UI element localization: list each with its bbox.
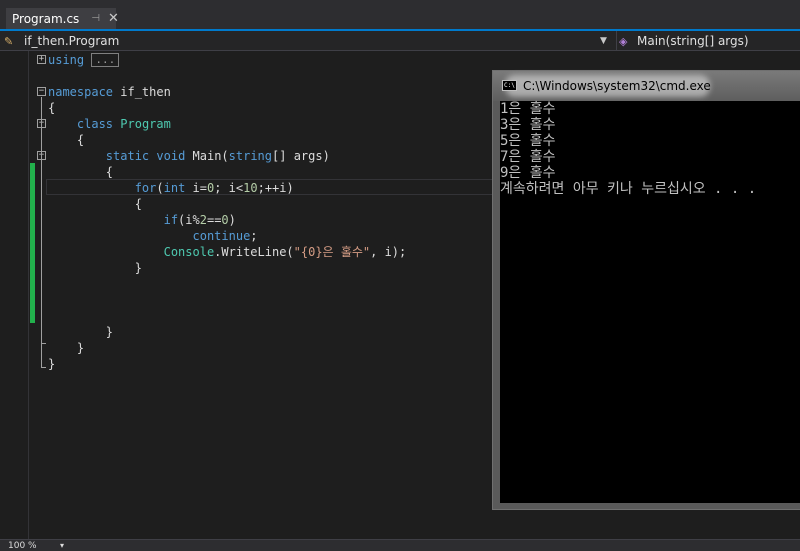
console-line: 1은 홀수 [500, 101, 556, 117]
code-line-brace: { [105, 165, 114, 179]
navigation-bar: ✎ if_then.Program ▼ ◈ Main(string[] args… [0, 29, 800, 51]
type-dropdown-label: if_then.Program [24, 34, 120, 48]
code-line-brace: { [48, 101, 56, 115]
console-output[interactable]: 1은 홀수 3은 홀수 5은 홀수 7은 홀수 9은 홀수 계속하려면 아무 키… [500, 101, 800, 503]
cmd-title-bar[interactable]: C:\ C:\Windows\system32\cmd.exe [493, 71, 800, 101]
code-line-if: if(i%2==0) [163, 213, 236, 227]
code-line-continue: continue; [192, 229, 258, 243]
code-line-namespace: namespace if_then [48, 85, 171, 99]
code-line-using: using ... [48, 52, 120, 68]
code-line-brace: } [48, 357, 56, 371]
method-icon: ◈ [619, 34, 628, 48]
type-dropdown[interactable]: ✎ if_then.Program [4, 31, 612, 51]
code-line-brace: { [76, 133, 85, 147]
cmd-window[interactable]: C:\ C:\Windows\system32\cmd.exe 1은 홀수 3은… [492, 70, 800, 510]
collapsed-region[interactable]: ... [91, 53, 120, 67]
close-icon[interactable]: ✕ [108, 11, 119, 26]
fold-end-tick [41, 367, 46, 368]
editor-status-bar: 100 % ▾ [0, 539, 800, 551]
member-dropdown-label: Main(string[] args) [637, 34, 749, 48]
code-line-brace: { [134, 197, 142, 211]
member-dropdown[interactable]: ◈ Main(string[] args) [616, 31, 800, 51]
chevron-down-icon[interactable]: ▼ [600, 31, 612, 51]
change-indicator-bar [30, 163, 35, 323]
code-line-writeline: Console.WriteLine("{0}은 홀수", i); [163, 245, 407, 259]
gutter-divider [28, 51, 29, 539]
console-line: 7은 홀수 [500, 149, 556, 165]
cmd-app-icon[interactable]: C:\ [502, 80, 517, 91]
fold-guide-line [41, 97, 42, 367]
console-line: 5은 홀수 [500, 133, 556, 149]
code-line-for: for(int i=0; i<10;++i) [134, 181, 294, 195]
cmd-window-title: C:\Windows\system32\cmd.exe [523, 79, 711, 93]
code-line-brace: } [76, 341, 85, 355]
pin-icon[interactable]: ⊣ [91, 13, 100, 24]
code-line-main: static void Main(string[] args) [105, 149, 330, 163]
code-line-brace: } [105, 325, 114, 339]
tab-program-cs[interactable]: Program.cs ⊣ ✕ [6, 8, 119, 29]
class-icon: ✎ [4, 34, 14, 48]
console-line: 3은 홀수 [500, 117, 556, 133]
code-line-class: class Program [76, 117, 171, 131]
console-prompt: 계속하려면 아무 키나 누르십시오 . . . [500, 181, 757, 197]
console-line: 9은 홀수 [500, 165, 556, 181]
expand-icon[interactable]: + [37, 55, 46, 64]
collapse-icon[interactable]: − [37, 87, 46, 96]
document-tab-strip: Program.cs ⊣ ✕ [0, 0, 800, 29]
fold-end-tick [41, 343, 46, 344]
code-line-brace: } [134, 261, 142, 275]
tab-title: Program.cs [12, 11, 80, 26]
